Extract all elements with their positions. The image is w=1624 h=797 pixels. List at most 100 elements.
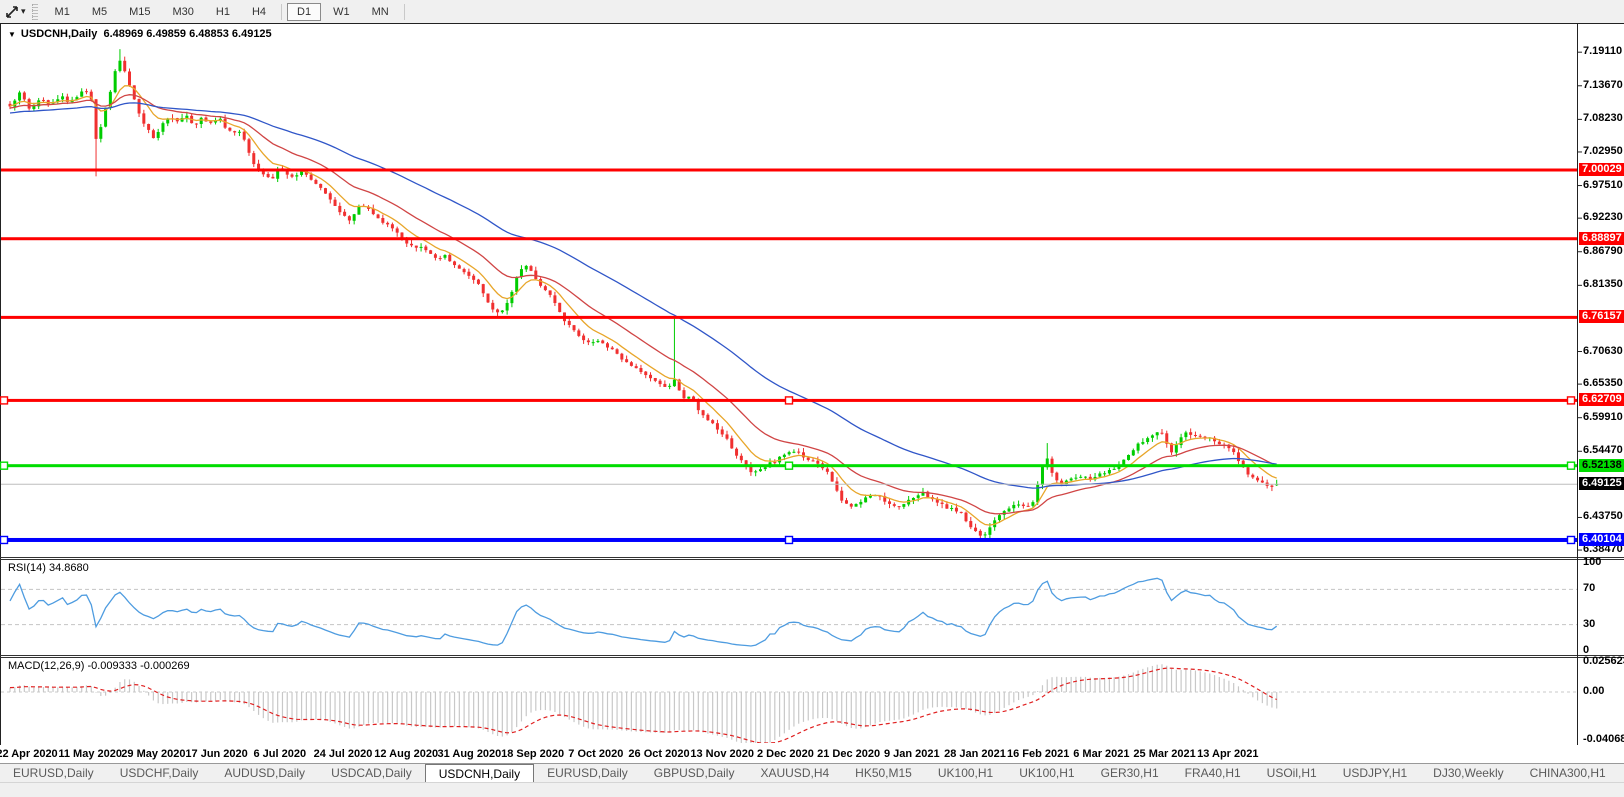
line-handle (1, 397, 8, 404)
chart-tab-usdcad-daily[interactable]: USDCAD,Daily (318, 764, 425, 783)
timeframe-button-m15[interactable]: M15 (119, 3, 160, 21)
y-axis-tick-label: 6.86790 (1583, 245, 1623, 257)
date-label: 18 Sep 2020 (501, 748, 564, 760)
line-handle (1568, 397, 1575, 404)
chart-tab-gbpusd-daily[interactable]: GBPUSD,Daily (641, 764, 748, 783)
status-strip (0, 782, 1624, 797)
y-axis-tick-label: 6.65350 (1583, 377, 1623, 389)
trading-platform-window: ▾ M1M5M15M30H1H4 D1W1MN ▼ USDCNH,Daily 6.4… (0, 0, 1624, 797)
price-level-line (1, 316, 1577, 319)
line-handle (786, 397, 793, 404)
macd-scale-label: 0.00 (1583, 685, 1604, 697)
chart-tab-uk100-h1[interactable]: UK100,H1 (1006, 764, 1087, 783)
line-handle (1, 536, 8, 543)
chart-tab-xauusd-h4[interactable]: XAUUSD,H4 (747, 764, 842, 783)
price-level-line (1, 169, 1577, 172)
macd-scale-label: 0.025623 (1583, 655, 1624, 667)
chart-tab-hk50-m15[interactable]: HK50,M15 (842, 764, 925, 783)
top-toolbar: ▾ M1M5M15M30H1H4 D1W1MN (0, 0, 1624, 24)
ma-fast (10, 86, 1277, 525)
macd-signal-line (10, 668, 1277, 743)
ma-slow (10, 103, 1277, 488)
timeframe-button-h4[interactable]: H4 (242, 3, 276, 21)
line-handle (1568, 462, 1575, 469)
chart-tab-usdcnh-daily[interactable]: USDCNH,Daily (425, 764, 534, 783)
rsi-scale-label: 70 (1583, 582, 1595, 594)
timeframe-button-m5[interactable]: M5 (82, 3, 117, 21)
y-axis-tick-label: 7.13670 (1583, 79, 1623, 91)
collapse-icon[interactable]: ▼ (8, 30, 16, 39)
date-label: 9 Jan 2021 (884, 748, 940, 760)
chart-tab-eurusd-daily[interactable]: EURUSD,Daily (534, 764, 641, 783)
chart-tab-ger30-h1[interactable]: GER30,H1 (1088, 764, 1172, 783)
chart-tab-fra40-h1[interactable]: FRA40,H1 (1172, 764, 1254, 783)
date-label: 26 Oct 2020 (628, 748, 689, 760)
macd-scale-label: -0.040687 (1583, 733, 1624, 745)
date-label: 17 Jun 2020 (185, 748, 247, 760)
date-label: 11 May 2020 (58, 748, 122, 760)
line-handle (786, 462, 793, 469)
chart-symbol: USDCNH,Daily (21, 28, 97, 40)
timeframe-button-m1[interactable]: M1 (45, 3, 80, 21)
chart-tab-eurusd-daily[interactable]: EURUSD,Daily (0, 764, 107, 783)
y-axis-tick-label: 7.19110 (1583, 45, 1622, 57)
date-label: 29 May 2020 (121, 748, 185, 760)
date-label: 25 Mar 2021 (1133, 748, 1195, 760)
y-axis-tick-label: 6.70630 (1583, 345, 1623, 357)
chart-tab-dj30-weekly[interactable]: DJ30,Weekly (1420, 764, 1516, 783)
price-level-tag: 7.00029 (1579, 163, 1624, 176)
date-label: 31 Aug 2020 (437, 748, 501, 760)
price-level-tag: 6.88897 (1579, 232, 1624, 245)
chart-tab-china300-h1[interactable]: CHINA300,H1 (1517, 764, 1619, 783)
timeframe-button-d1[interactable]: D1 (287, 3, 321, 21)
timeframe-button-group: M1M5M15M30H1H4 D1W1MN (44, 3, 409, 21)
current-price-tag: 6.49125 (1579, 477, 1624, 490)
chart-tab-audusd-daily[interactable]: AUDUSD,Daily (211, 764, 318, 783)
macd-histogram (10, 664, 1277, 743)
toolbar-grip (32, 4, 38, 20)
price-level-line (1, 237, 1577, 240)
y-axis-tick-label: 6.92230 (1583, 211, 1623, 223)
chart-tab-u[interactable]: U (1619, 764, 1624, 783)
date-label: 12 Aug 2020 (374, 748, 438, 760)
date-label: 2 Dec 2020 (757, 748, 814, 760)
rsi-scale-label: 100 (1583, 556, 1601, 568)
chart-tab-bar: EURUSD,DailyUSDCHF,DailyAUDUSD,DailyUSDC… (0, 763, 1624, 783)
chart-tab-usoil-h1[interactable]: USOil,H1 (1254, 764, 1330, 783)
timeframe-button-m30[interactable]: M30 (163, 3, 204, 21)
date-label: 28 Jan 2021 (944, 748, 1006, 760)
y-axis-tick-label: 6.54470 (1583, 444, 1623, 456)
timeframe-button-w1[interactable]: W1 (323, 3, 360, 21)
line-handle (1568, 536, 1575, 543)
date-label: 22 Apr 2020 (0, 748, 58, 760)
y-axis-tick-label: 6.43750 (1583, 510, 1623, 522)
date-label: 13 Apr 2021 (1197, 748, 1258, 760)
chart-tab-uk100-h1[interactable]: UK100,H1 (925, 764, 1006, 783)
date-label: 24 Jul 2020 (314, 748, 373, 760)
ma-medium (10, 95, 1277, 514)
rsi-label: RSI(14) 34.8680 (8, 562, 89, 574)
line-handle (1, 462, 8, 469)
cursor-tool-icon[interactable] (4, 4, 20, 20)
macd-label: MACD(12,26,9) -0.009333 -0.000269 (8, 660, 190, 672)
dropdown-caret-icon[interactable]: ▾ (21, 6, 26, 17)
chart-canvas[interactable] (0, 0, 1624, 797)
date-label: 16 Feb 2021 (1007, 748, 1069, 760)
date-label: 13 Nov 2020 (690, 748, 754, 760)
rsi-scale-label: 30 (1583, 618, 1595, 630)
date-label: 21 Dec 2020 (817, 748, 880, 760)
y-axis-tick-label: 6.81350 (1583, 278, 1623, 290)
chart-tab-usdjpy-h1[interactable]: USDJPY,H1 (1330, 764, 1420, 783)
timeframe-button-mn[interactable]: MN (362, 3, 399, 21)
y-axis-tick-label: 6.97510 (1583, 179, 1623, 191)
price-level-tag: 6.62709 (1579, 393, 1624, 406)
timeframe-button-h1[interactable]: H1 (206, 3, 240, 21)
price-level-tag: 6.40104 (1579, 533, 1624, 546)
line-handle (786, 536, 793, 543)
time-axis: 22 Apr 202011 May 202029 May 202017 Jun … (0, 745, 1624, 763)
chart-title: ▼USDCNH,Daily 6.48969 6.49859 6.48853 6.… (8, 28, 272, 40)
date-label: 6 Mar 2021 (1073, 748, 1129, 760)
chart-tab-usdchf-daily[interactable]: USDCHF,Daily (107, 764, 212, 783)
price-level-tag: 6.52138 (1579, 459, 1624, 472)
date-label: 7 Oct 2020 (568, 748, 623, 760)
